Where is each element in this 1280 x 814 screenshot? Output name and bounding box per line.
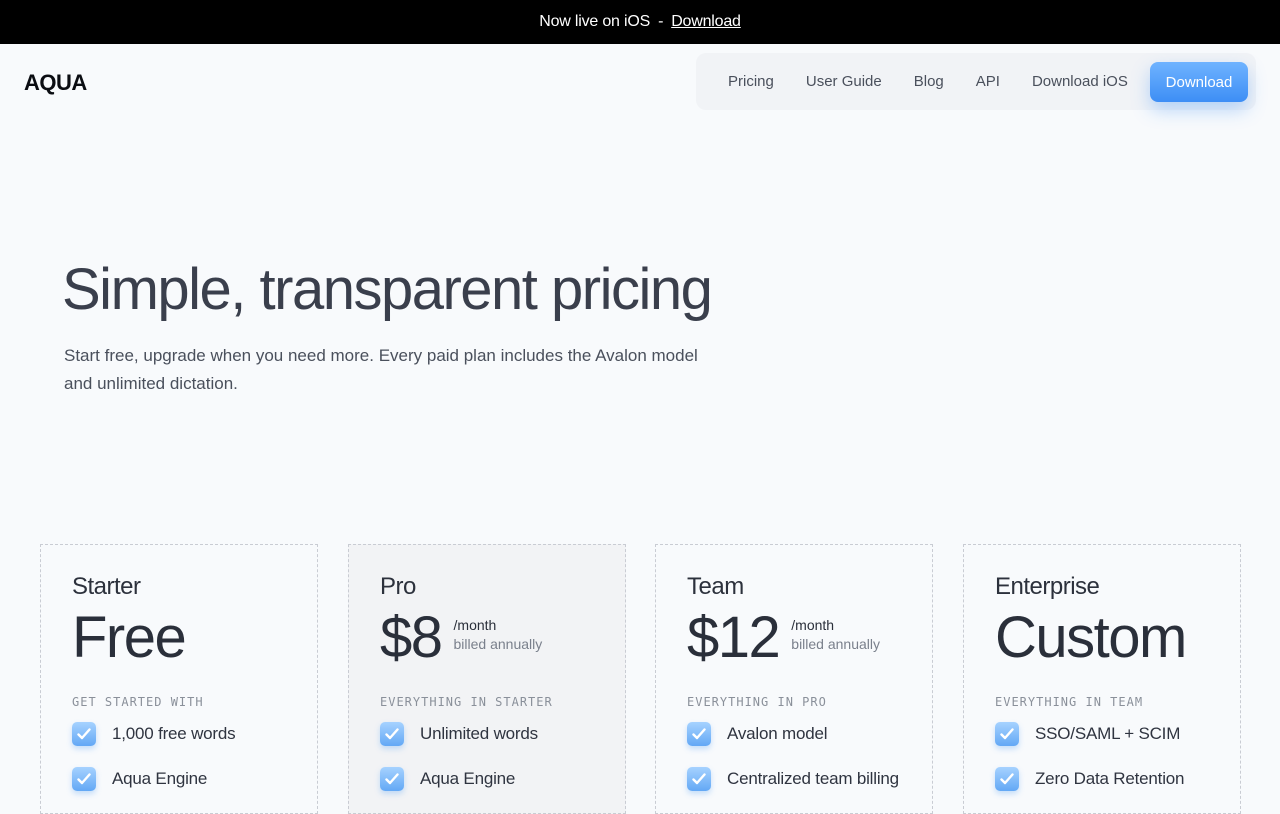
plan-feature: Aqua Engine	[72, 766, 317, 792]
plan-feature: Avalon model	[687, 721, 932, 747]
plan-period: /month	[791, 617, 835, 633]
checkmark-icon	[380, 767, 404, 791]
plan-price: Free	[72, 605, 187, 670]
banner-text: Now live on iOS	[539, 13, 651, 30]
plan-feature: Aqua Engine	[380, 766, 625, 792]
checkmark-icon	[687, 722, 711, 746]
plan-name: Starter	[72, 573, 141, 600]
plan-feature-text: Centralized team billing	[727, 769, 899, 788]
checkmark-icon	[995, 767, 1019, 791]
nav-api[interactable]: API	[976, 73, 1000, 90]
plan-feature: Zero Data Retention	[995, 766, 1240, 792]
nav-user-guide[interactable]: User Guide	[806, 73, 882, 90]
checkmark-icon	[380, 722, 404, 746]
logo[interactable]: AQUA	[24, 70, 87, 96]
download-button[interactable]: Download	[1150, 62, 1248, 102]
checkmark-icon	[72, 767, 96, 791]
plan-feature-text: SSO/SAML + SCIM	[1035, 724, 1181, 743]
page-title: Simple, transparent pricing	[62, 257, 713, 322]
main-nav: Pricing User Guide Blog API Download iOS…	[696, 53, 1256, 110]
plan-card-pro: Pro $8 /month billed annually EVERYTHING…	[348, 544, 626, 814]
plan-feature: SSO/SAML + SCIM	[995, 721, 1240, 747]
plan-card-starter: Starter Free GET STARTED WITH 1,000 free…	[40, 544, 318, 814]
plan-section-label: EVERYTHING IN TEAM	[995, 695, 1144, 709]
plan-card-enterprise: Enterprise Custom EVERYTHING IN TEAM SSO…	[963, 544, 1241, 814]
plan-feature-text: Unlimited words	[420, 724, 538, 743]
checkmark-icon	[687, 767, 711, 791]
plan-price: $8	[380, 605, 443, 670]
plan-name: Team	[687, 573, 744, 600]
nav-download-ios[interactable]: Download iOS	[1032, 73, 1128, 90]
plan-section-label: EVERYTHING IN STARTER	[380, 695, 553, 709]
banner-download-link[interactable]: Download	[671, 13, 741, 31]
plan-period: /month	[453, 617, 497, 633]
plan-name: Enterprise	[995, 573, 1100, 600]
plan-feature-text: 1,000 free words	[112, 724, 236, 743]
plan-billing-note: billed annually	[791, 636, 881, 652]
plan-section-label: EVERYTHING IN PRO	[687, 695, 827, 709]
page-subtitle: Start free, upgrade when you need more. …	[64, 346, 698, 393]
plan-feature-text: Aqua Engine	[112, 769, 208, 788]
plan-section-label: GET STARTED WITH	[72, 695, 204, 709]
plan-feature-text: Avalon model	[727, 724, 828, 743]
plan-price: $12	[687, 605, 781, 670]
plan-name: Pro	[380, 573, 416, 600]
banner-separator: -	[658, 13, 664, 30]
plan-feature-text: Aqua Engine	[420, 769, 516, 788]
plan-feature: 1,000 free words	[72, 721, 317, 747]
checkmark-icon	[995, 722, 1019, 746]
plan-feature: Centralized team billing	[687, 766, 932, 792]
plan-feature-text: Zero Data Retention	[1035, 769, 1185, 788]
nav-pricing[interactable]: Pricing	[728, 73, 774, 90]
announcement-banner: Now live on iOS - Download	[0, 0, 1280, 44]
checkmark-icon	[72, 722, 96, 746]
plan-price: Custom	[995, 605, 1187, 670]
plan-card-team: Team $12 /month billed annually EVERYTHI…	[655, 544, 933, 814]
plan-billing-note: billed annually	[453, 636, 543, 652]
nav-blog[interactable]: Blog	[914, 73, 944, 90]
plan-feature: Unlimited words	[380, 721, 625, 747]
